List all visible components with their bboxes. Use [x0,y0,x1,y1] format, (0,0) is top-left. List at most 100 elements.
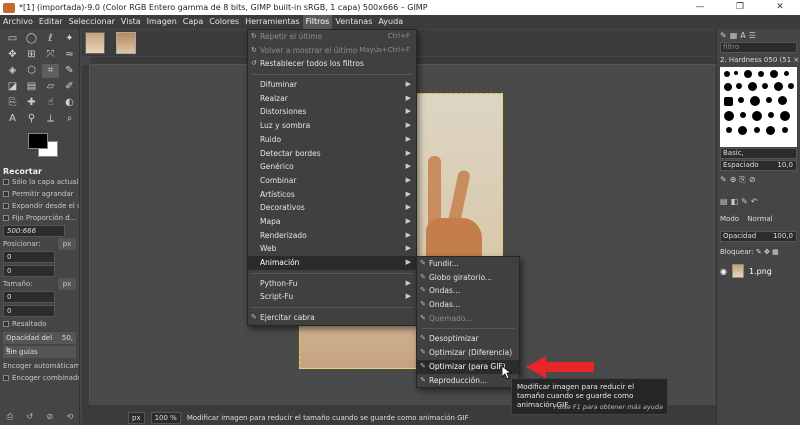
color-swatches[interactable] [6,131,73,165]
zoom-selector[interactable]: 100 % [150,412,181,424]
move-icon[interactable]: ✥ [4,48,21,62]
size-unit[interactable]: px [58,278,76,290]
menu-item-repeat-last[interactable]: ↻ Repetir el último Ctrl+F [248,30,416,44]
presets-tab-icon[interactable]: ☰ [749,31,756,40]
menu-item-ondas-1[interactable]: ✎ Ondas... [417,284,519,298]
menu-imagen[interactable]: Imagen [144,15,180,29]
menu-item-reset-filters[interactable]: ↺ Restablecer todos los filtros [248,57,416,71]
menu-item-distorsiones[interactable]: Distorsiones ▶ [248,105,416,119]
size-x-field[interactable]: 0 [3,291,55,303]
eraser-icon[interactable]: ▱ [42,80,59,94]
image-tab-thumbnail[interactable] [85,32,105,54]
transform-icon[interactable]: ⤧ [42,48,59,62]
position-unit[interactable]: px [58,238,76,250]
mode-value[interactable]: Normal [747,215,772,223]
close-button[interactable]: ✕ [760,0,800,15]
new-brush-icon[interactable]: ⊕ [730,175,737,184]
highlight-opacity-slider[interactable]: Opacidad del b... 50, [3,332,76,354]
menu-item-ruido[interactable]: Ruido ▶ [248,133,416,147]
brushes-tab-icon[interactable]: ✎ [720,31,727,40]
channels-tab-icon[interactable]: ◧ [731,197,739,206]
menu-item-detectar-bordes[interactable]: Detectar bordes ▶ [248,147,416,161]
guides-dropdown[interactable]: Sin guías [3,346,76,358]
menu-item-difuminar[interactable]: Difuminar ▶ [248,78,416,92]
ellipse-select-icon[interactable]: ◯ [23,32,40,46]
gradient-icon[interactable]: ▤ [23,80,40,94]
allow-grow-option[interactable]: Permitir agrandar [0,188,79,200]
menu-item-script-fu[interactable]: Script-Fu ▶ [248,290,416,304]
position-x-field[interactable]: 0 [3,251,55,263]
history-tab-icon[interactable]: ↶ [751,197,758,206]
patterns-tab-icon[interactable]: ▦ [730,31,738,40]
spacing-slider[interactable]: Espaciado 10,0 [720,160,797,171]
menu-capa[interactable]: Capa [180,15,206,29]
menu-item-artisticos[interactable]: Artísticos ▶ [248,188,416,202]
menu-item-combinar[interactable]: Combinar ▶ [248,174,416,188]
menu-ayuda[interactable]: Ayuda [375,15,406,29]
menu-item-mapa[interactable]: Mapa ▶ [248,215,416,229]
menu-colores[interactable]: Colores [206,15,242,29]
checkbox[interactable] [3,191,9,197]
edit-brush-icon[interactable]: ✎ [720,175,727,184]
layer-row[interactable]: ◉ 1.png [720,262,797,280]
lock-position-icon[interactable]: ✥ [764,248,770,256]
auto-shrink-button[interactable]: Encoger automáticamer [0,360,79,372]
menu-item-animacion[interactable]: Animación ▶ [248,256,416,270]
smudge-icon[interactable]: ☝ [42,96,59,110]
brush-grid[interactable] [720,67,797,147]
clone-icon[interactable]: ⎘ [4,96,21,110]
menu-item-generico[interactable]: Genérico ▶ [248,160,416,174]
foreground-color[interactable] [28,133,48,149]
unit-selector[interactable]: px [128,412,145,424]
size-y-field[interactable]: 0 [3,305,55,317]
menu-herramientas[interactable]: Herramientas [242,15,303,29]
crop-icon[interactable]: ⌗ [42,64,59,78]
menu-vista[interactable]: Vista [118,15,144,29]
maximize-button[interactable]: ❐ [720,0,760,15]
checkbox[interactable] [3,179,9,185]
menu-item-realzar[interactable]: Realzar ▶ [248,92,416,106]
layer-name[interactable]: 1.png [749,267,772,276]
layers-tab-icon[interactable]: ▤ [720,197,728,206]
dodge-icon[interactable]: ◐ [61,96,78,110]
measure-icon[interactable]: ⟂ [42,112,59,126]
save-options-icon[interactable]: ⎙ [7,412,13,425]
menu-item-decorativos[interactable]: Decorativos ▶ [248,201,416,215]
menu-item-reshow-last[interactable]: ↻ Volver a mostrar el último Mayús+Ctrl+F [248,44,416,58]
cage-icon[interactable]: ⬡ [23,64,40,78]
position-y-field[interactable]: 0 [3,265,55,277]
paths-tab-icon[interactable]: ✎ [741,197,748,206]
fixed-ratio-option[interactable]: Fijo Proporción d... [0,212,79,224]
brush-filter-input[interactable]: filtro [720,42,797,53]
menu-item-renderizado[interactable]: Renderizado ▶ [248,229,416,243]
menu-ventanas[interactable]: Ventanas [332,15,375,29]
menu-seleccionar[interactable]: Seleccionar [66,15,118,29]
ratio-field[interactable]: 500:666 [3,225,65,237]
menu-filtros[interactable]: Filtros [302,15,333,29]
duplicate-brush-icon[interactable]: ⎘ [739,175,745,184]
unified-transform-icon[interactable]: ◈ [4,64,21,78]
menu-item-fundir[interactable]: ✎ Fundir... [417,257,519,271]
shrink-merged-option[interactable]: Encoger combinado [0,372,79,384]
checkbox[interactable] [3,375,9,381]
menu-item-optimizar-diferencia[interactable]: ✎ Optimizar (Diferencia) [417,346,519,360]
delete-options-icon[interactable]: ⊘ [47,412,54,425]
menu-item-luz-y-sombra[interactable]: Luz y sombra ▶ [248,119,416,133]
menu-item-globo-giratorio[interactable]: ✎ Globo giratorio... [417,271,519,285]
zoom-icon[interactable]: ⌕ [61,112,78,126]
fuzzy-select-icon[interactable]: ✦ [61,32,78,46]
menu-archivo[interactable]: Archivo [0,15,36,29]
image-tab-thumbnail-active[interactable] [116,32,136,54]
menu-editar[interactable]: Editar [36,15,66,29]
highlight-option[interactable]: Resaltado [0,318,79,330]
fonts-tab-icon[interactable]: A [740,31,745,40]
fill-icon[interactable]: ◪ [4,80,21,94]
lasso-icon[interactable]: ℓ [42,32,59,46]
lock-alpha-icon[interactable]: ▦ [772,248,779,256]
reset-options-icon[interactable]: ⟲ [67,412,74,425]
lock-pixels-icon[interactable]: ✎ [756,248,762,256]
align-icon[interactable]: ⊞ [23,48,40,62]
menu-item-ondas-2[interactable]: ✎ Ondas... [417,298,519,312]
menu-item-quemado[interactable]: ✎ Quemado... [417,312,519,326]
checkbox[interactable] [3,203,9,209]
